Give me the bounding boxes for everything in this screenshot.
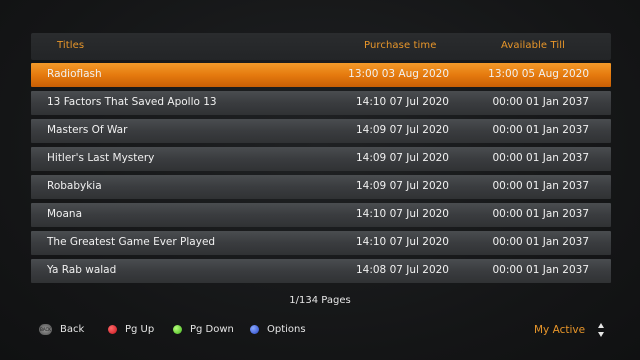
row-purchase-time: 13:00 03 Aug 2020 [348, 68, 449, 80]
back-key-icon: BACK [39, 324, 52, 335]
list-row[interactable]: 13 Factors That Saved Apollo 13 14:10 07… [31, 91, 611, 115]
row-title: Moana [47, 208, 83, 220]
filter-selector[interactable]: My Active [534, 324, 585, 336]
green-key-icon [173, 325, 182, 334]
row-available-till: 13:00 05 Aug 2020 [488, 68, 589, 80]
screen-background: Titles Purchase time Available Till Radi… [0, 0, 640, 360]
page-down-button[interactable]: Pg Down [173, 324, 234, 335]
column-header-purchase-time: Purchase time [364, 40, 437, 51]
row-title: 13 Factors That Saved Apollo 13 [47, 96, 217, 108]
page-up-label: Pg Up [125, 324, 155, 335]
back-button[interactable]: BACK Back [39, 324, 84, 335]
blue-key-icon [250, 325, 259, 334]
row-title: Ya Rab walad [47, 264, 117, 276]
row-title: The Greatest Game Ever Played [47, 236, 216, 248]
red-key-icon [108, 325, 117, 334]
row-purchase-time: 14:09 07 Jul 2020 [355, 124, 449, 136]
list-row-selected[interactable]: Radioflash 13:00 03 Aug 2020 13:00 05 Au… [31, 63, 611, 87]
footer-legend: BACK Back Pg Up Pg Down Options My Activ… [0, 322, 640, 340]
row-purchase-time: 14:10 07 Jul 2020 [355, 208, 449, 220]
page-indicator: 1/134 Pages [289, 295, 351, 306]
list-row[interactable]: Moana 14:10 07 Jul 2020 00:00 01 Jan 203… [31, 203, 611, 227]
list-row[interactable]: The Greatest Game Ever Played 14:10 07 J… [31, 231, 611, 255]
page-down-label: Pg Down [190, 324, 234, 335]
purchases-list: Radioflash 13:00 03 Aug 2020 13:00 05 Au… [31, 63, 611, 287]
row-available-till: 00:00 01 Jan 2037 [492, 124, 589, 136]
up-down-arrows-icon[interactable] [597, 322, 605, 338]
row-available-till: 00:00 01 Jan 2037 [492, 180, 589, 192]
column-header-titles: Titles [57, 40, 85, 51]
row-available-till: 00:00 01 Jan 2037 [492, 96, 589, 108]
page-up-button[interactable]: Pg Up [108, 324, 154, 335]
list-row[interactable]: Ya Rab walad 14:08 07 Jul 2020 00:00 01 … [31, 259, 611, 283]
column-header-available-till: Available Till [501, 40, 565, 51]
row-purchase-time: 14:08 07 Jul 2020 [355, 264, 449, 276]
row-available-till: 00:00 01 Jan 2037 [492, 264, 589, 276]
row-title: Hitler's Last Mystery [47, 152, 155, 164]
list-row[interactable]: Robabykia 14:09 07 Jul 2020 00:00 01 Jan… [31, 175, 611, 199]
row-title: Radioflash [47, 68, 102, 80]
back-label: Back [60, 324, 85, 335]
options-button[interactable]: Options [250, 324, 306, 335]
row-available-till: 00:00 01 Jan 2037 [492, 208, 589, 220]
row-available-till: 00:00 01 Jan 2037 [492, 152, 589, 164]
row-purchase-time: 14:09 07 Jul 2020 [355, 180, 449, 192]
row-purchase-time: 14:10 07 Jul 2020 [355, 236, 449, 248]
row-purchase-time: 14:09 07 Jul 2020 [355, 152, 449, 164]
row-title: Masters Of War [47, 124, 128, 136]
options-label: Options [267, 324, 306, 335]
list-header: Titles Purchase time Available Till [31, 33, 611, 60]
row-title: Robabykia [47, 180, 102, 192]
row-purchase-time: 14:10 07 Jul 2020 [355, 96, 449, 108]
list-row[interactable]: Masters Of War 14:09 07 Jul 2020 00:00 0… [31, 119, 611, 143]
row-available-till: 00:00 01 Jan 2037 [492, 236, 589, 248]
list-row[interactable]: Hitler's Last Mystery 14:09 07 Jul 2020 … [31, 147, 611, 171]
